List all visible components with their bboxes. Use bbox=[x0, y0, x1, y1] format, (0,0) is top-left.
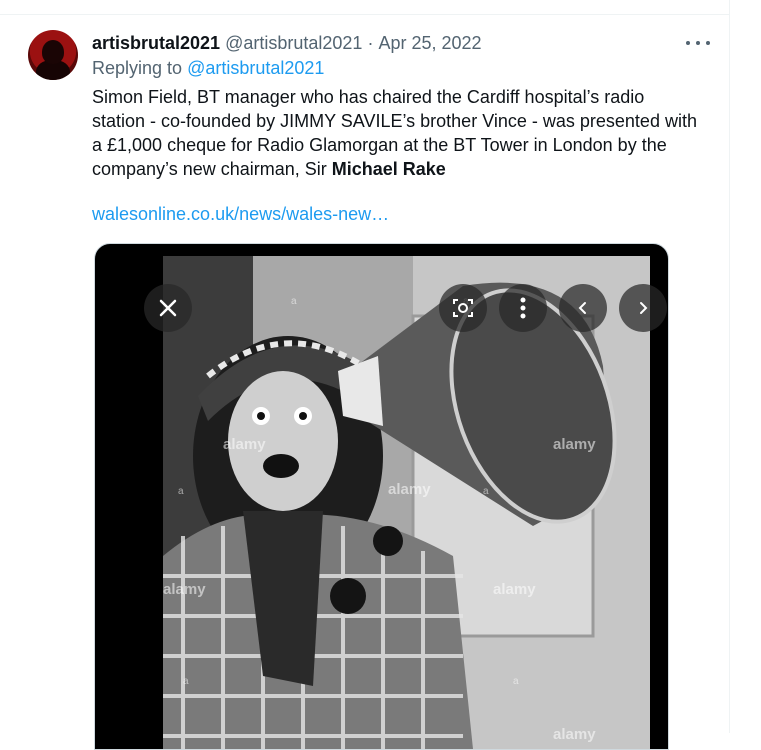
display-name[interactable]: artisbrutal2021 bbox=[92, 33, 220, 54]
previous-tweet-divider bbox=[0, 0, 729, 15]
chevron-left-icon bbox=[578, 302, 586, 314]
dot-icon bbox=[696, 41, 700, 45]
replying-to: Replying to @artisbrutal2021 bbox=[92, 58, 324, 79]
lens-icon bbox=[453, 299, 473, 317]
next-image-button[interactable] bbox=[619, 284, 667, 332]
more-vertical-button[interactable] bbox=[499, 284, 547, 332]
replying-to-prefix: Replying to bbox=[92, 58, 183, 78]
chevron-right-icon bbox=[640, 302, 648, 314]
user-handle[interactable]: @artisbrutal2021 bbox=[225, 33, 362, 54]
column-border bbox=[729, 0, 730, 733]
tweet-link[interactable]: walesonline.co.uk/news/wales-new… bbox=[92, 204, 389, 225]
watermark-small: a bbox=[513, 676, 519, 687]
watermark: alamy bbox=[553, 726, 596, 743]
watermark-small: a bbox=[291, 296, 297, 307]
watermark: alamy bbox=[223, 436, 266, 453]
watermark-small: a bbox=[483, 486, 489, 497]
tweet-media[interactable]: alamy alamy alamy alamy alamy alamy a a … bbox=[94, 243, 669, 750]
tweet[interactable]: artisbrutal2021 @artisbrutal2021 · Apr 2… bbox=[0, 15, 729, 750]
watermark: alamy bbox=[163, 581, 206, 598]
close-icon bbox=[159, 299, 177, 317]
watermark: alamy bbox=[388, 481, 431, 498]
replying-to-handle[interactable]: @artisbrutal2021 bbox=[187, 58, 324, 78]
watermark: alamy bbox=[553, 436, 596, 453]
dot-icon bbox=[686, 41, 690, 45]
lens-button[interactable] bbox=[439, 284, 487, 332]
watermark-small: a bbox=[183, 676, 189, 687]
previous-image-button[interactable] bbox=[559, 284, 607, 332]
watermark-small: a bbox=[178, 486, 184, 497]
avatar[interactable] bbox=[28, 30, 78, 80]
tweet-header: artisbrutal2021 @artisbrutal2021 · Apr 2… bbox=[92, 32, 482, 54]
more-options-icon[interactable] bbox=[686, 34, 710, 52]
close-button[interactable] bbox=[144, 284, 192, 332]
more-vertical-icon bbox=[520, 297, 526, 319]
watermark: alamy bbox=[493, 581, 536, 598]
separator-dot: · bbox=[367, 32, 374, 53]
tweet-text: Simon Field, BT manager who has chaired … bbox=[92, 85, 702, 181]
dot-icon bbox=[706, 41, 710, 45]
tweet-date[interactable]: Apr 25, 2022 bbox=[378, 33, 481, 54]
avatar-figure-head bbox=[42, 40, 64, 64]
tweet-text-bold: Michael Rake bbox=[331, 159, 446, 179]
